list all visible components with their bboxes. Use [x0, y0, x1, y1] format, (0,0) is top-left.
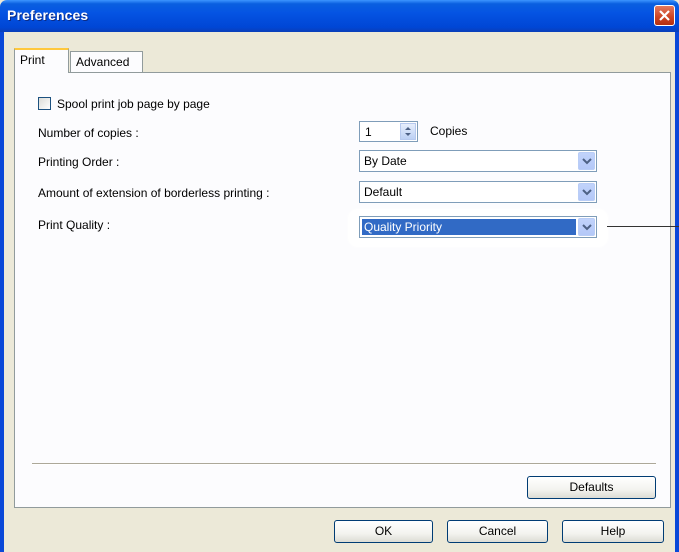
window-border-left	[0, 32, 4, 552]
borderless-value: Default	[364, 185, 403, 199]
printing-order-select[interactable]: By Date	[359, 150, 597, 172]
help-button[interactable]: Help	[562, 520, 664, 543]
preferences-dialog: Preferences Print Advanced Spool print j…	[0, 0, 679, 552]
close-button[interactable]	[654, 5, 675, 26]
printing-order-label: Printing Order :	[38, 155, 120, 169]
close-icon	[659, 10, 670, 21]
print-quality-label: Print Quality :	[38, 218, 111, 232]
print-quality-value: Quality Priority	[362, 219, 576, 235]
spool-checkbox-label[interactable]: Spool print job page by page	[57, 97, 210, 111]
borderless-dropdown-button[interactable]	[578, 183, 595, 201]
printing-order-dropdown-button[interactable]	[578, 152, 595, 170]
copies-label: Number of copies :	[38, 126, 139, 140]
copies-stepper[interactable]: 1	[359, 121, 418, 142]
chevron-down-icon	[582, 189, 592, 196]
borderless-label: Amount of extension of borderless printi…	[38, 186, 270, 200]
cancel-button[interactable]: Cancel	[447, 520, 548, 543]
title-bar[interactable]: Preferences	[0, 0, 679, 32]
chevron-down-icon	[582, 158, 592, 165]
spin-down-icon	[405, 133, 411, 136]
copies-unit: Copies	[430, 124, 468, 138]
ok-button[interactable]: OK	[334, 520, 433, 543]
print-quality-select[interactable]: Quality Priority	[359, 216, 597, 238]
defaults-button[interactable]: Defaults	[527, 476, 656, 499]
window-title: Preferences	[7, 7, 89, 23]
spool-checkbox[interactable]	[38, 97, 51, 110]
window-border-right	[675, 32, 679, 552]
tab-advanced[interactable]: Advanced	[70, 51, 143, 72]
print-quality-dropdown-button[interactable]	[578, 218, 595, 236]
printing-order-value: By Date	[364, 154, 407, 168]
spin-up-icon	[405, 127, 411, 130]
tab-print[interactable]: Print	[14, 48, 69, 73]
callout-line	[607, 226, 679, 227]
copies-spin-buttons[interactable]	[400, 123, 416, 140]
borderless-select[interactable]: Default	[359, 181, 597, 203]
chevron-down-icon	[582, 224, 592, 231]
copies-value[interactable]: 1	[365, 125, 372, 139]
divider	[32, 463, 656, 465]
